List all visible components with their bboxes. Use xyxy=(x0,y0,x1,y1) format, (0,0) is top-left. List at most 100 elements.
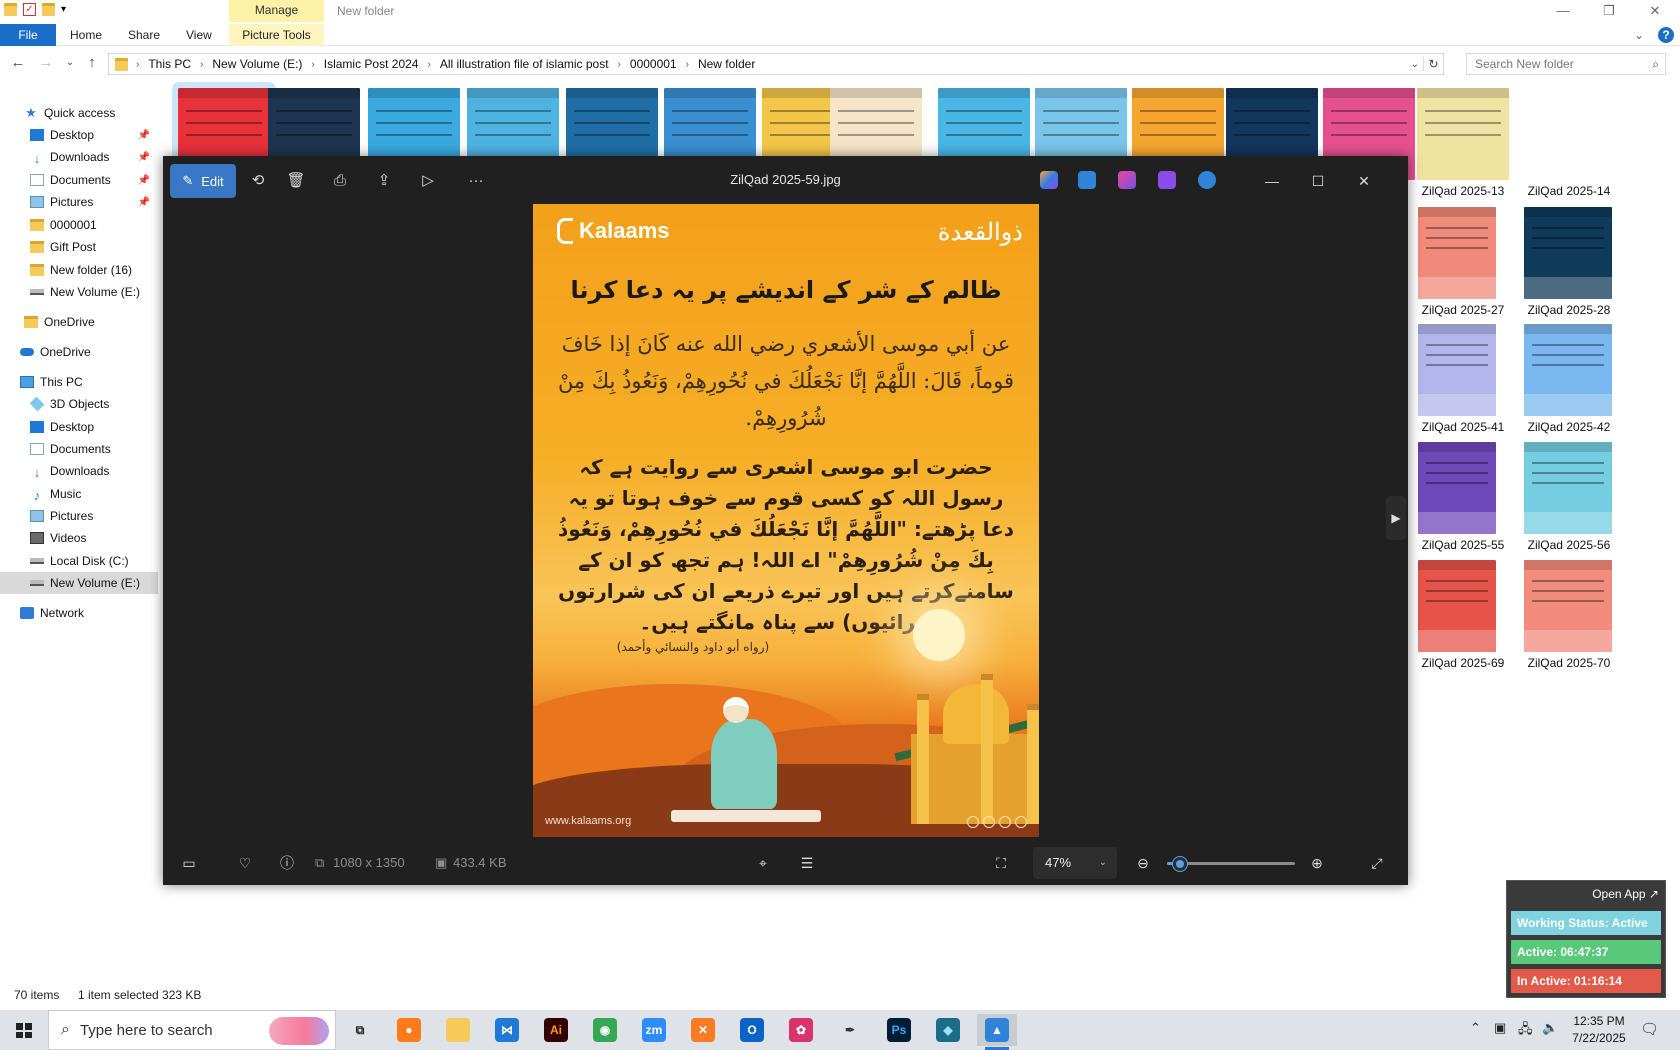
file-thumbnail[interactable] xyxy=(1524,442,1612,534)
paint-icon[interactable] xyxy=(1118,171,1136,189)
zoom-in-icon[interactable]: ⊕ xyxy=(1305,851,1329,875)
zoom-taskbar-button[interactable]: zm xyxy=(634,1014,674,1046)
photoshop-taskbar-button[interactable]: Ps xyxy=(879,1014,919,1046)
refresh-icon[interactable]: ↻ xyxy=(1423,57,1443,71)
start-button[interactable] xyxy=(0,1010,48,1050)
chrome-taskbar-button[interactable]: ◉ xyxy=(585,1014,625,1046)
firefox-taskbar-button[interactable]: ● xyxy=(389,1014,429,1046)
designer-icon[interactable] xyxy=(1078,171,1096,189)
breadcrumb-new-folder[interactable]: New folder xyxy=(698,57,755,71)
zoom-slider-thumb[interactable] xyxy=(1172,857,1187,871)
file-name-label[interactable]: ZilQad 2025-42 xyxy=(1514,420,1624,434)
zoom-level-dropdown[interactable]: 47% ⌄ xyxy=(1033,847,1117,879)
up-button[interactable]: ↑ xyxy=(82,54,102,74)
viewer-close-button[interactable]: ✕ xyxy=(1349,168,1379,194)
breadcrumb-illustration-files[interactable]: All illustration file of islamic post xyxy=(440,57,609,71)
file-thumbnail[interactable] xyxy=(1418,207,1496,299)
breadcrumb-islamic-post[interactable]: Islamic Post 2024 xyxy=(324,57,419,71)
visual-search-icon[interactable]: ⌖ xyxy=(751,851,775,875)
breadcrumb-this-pc[interactable]: This PC xyxy=(148,57,191,71)
tray-app-icon[interactable]: ▣ xyxy=(1494,1020,1506,1036)
file-thumbnail[interactable] xyxy=(1418,560,1496,652)
open-app-link[interactable]: Open App ↗ xyxy=(1592,887,1659,901)
viewer-minimize-button[interactable]: — xyxy=(1257,168,1287,194)
task-view-taskbar-button[interactable]: ⧉ xyxy=(340,1014,380,1046)
notifications-icon[interactable]: 🗨 xyxy=(1640,1020,1659,1038)
sidebar-item-music[interactable]: ♪ Music xyxy=(0,483,158,505)
filmstrip-icon[interactable]: ▭ xyxy=(177,851,201,875)
sidebar-item-3d-objects[interactable]: 3D Objects xyxy=(0,393,158,415)
file-name-label[interactable]: ZilQad 2025-28 xyxy=(1514,303,1624,317)
close-button[interactable]: ✕ xyxy=(1632,2,1678,22)
breadcrumb-new-volume[interactable]: New Volume (E:) xyxy=(212,57,302,71)
file-name-label[interactable]: ZilQad 2025-56 xyxy=(1514,538,1624,552)
restore-button[interactable]: ❐ xyxy=(1586,2,1632,22)
photos-taskbar-button[interactable]: ▲ xyxy=(977,1014,1017,1050)
sidebar-item-onedrive[interactable]: OneDrive xyxy=(0,311,158,333)
text-extract-icon[interactable]: ☰ xyxy=(795,851,819,875)
search-input[interactable]: Search New folder ⌕ xyxy=(1466,53,1666,75)
expand-ribbon-chevron-icon[interactable]: ⌄ xyxy=(1634,24,1644,46)
tab-picture-tools[interactable]: Picture Tools xyxy=(229,24,324,46)
manage-contextual-tab[interactable]: Manage xyxy=(229,0,324,22)
file-name-label[interactable]: ZilQad 2025-13 xyxy=(1408,184,1518,198)
help-icon[interactable]: ? xyxy=(1658,27,1674,43)
creative-cloud-taskbar-button[interactable]: ✿ xyxy=(781,1014,821,1046)
sidebar-item-pictures[interactable]: Pictures 📌 xyxy=(0,191,158,213)
tab-file[interactable]: File xyxy=(0,24,56,46)
sidebar-item-new-folder-16[interactable]: New folder (16) xyxy=(0,259,158,281)
file-thumbnail[interactable] xyxy=(1417,88,1509,180)
file-name-label[interactable]: ZilQad 2025-55 xyxy=(1408,538,1518,552)
properties-icon[interactable]: ✓ xyxy=(23,3,36,16)
network-icon[interactable]: 🖧 xyxy=(1518,1020,1533,1042)
sidebar-item-network[interactable]: Network xyxy=(0,602,158,624)
sidebar-item-documents[interactable]: Documents 📌 xyxy=(0,169,158,191)
sidebar-item-desktop[interactable]: Desktop 📌 xyxy=(0,124,158,146)
tab-share[interactable]: Share xyxy=(118,24,170,46)
clipchamp-icon[interactable] xyxy=(1158,171,1176,189)
recent-locations-chevron-icon[interactable]: ⌄ xyxy=(60,54,80,74)
tab-home[interactable]: Home xyxy=(60,24,112,46)
sidebar-item-0000001[interactable]: 0000001 xyxy=(0,214,158,236)
sidebar-item-downloads[interactable]: ↓ Downloads 📌 xyxy=(0,146,158,168)
show-hidden-icons-chevron-icon[interactable]: ⌃ xyxy=(1470,1020,1481,1036)
fit-to-window-icon[interactable]: ⛶ xyxy=(989,851,1013,875)
sidebar-item-gift-post[interactable]: Gift Post xyxy=(0,236,158,258)
file-name-label[interactable]: ZilQad 2025-70 xyxy=(1514,656,1624,670)
customize-toolbar-chevron-icon[interactable]: ▾ xyxy=(61,4,66,15)
file-thumbnail[interactable] xyxy=(1524,324,1612,416)
taskbar-search-box[interactable]: ⌕ Type here to search xyxy=(48,1010,336,1050)
sidebar-item-desktop[interactable]: Desktop xyxy=(0,416,158,438)
next-image-button[interactable]: ▶ xyxy=(1386,496,1406,540)
zoom-out-icon[interactable]: ⊖ xyxy=(1131,851,1155,875)
file-thumbnail[interactable] xyxy=(1524,207,1612,299)
minimize-button[interactable]: — xyxy=(1540,2,1586,22)
sidebar-item-downloads[interactable]: ↓ Downloads xyxy=(0,460,158,482)
illustrator-taskbar-button[interactable]: Ai xyxy=(536,1014,576,1046)
viewer-maximize-button[interactable]: ☐ xyxy=(1303,168,1333,194)
file-name-label[interactable]: ZilQad 2025-27 xyxy=(1408,303,1518,317)
clock[interactable]: 12:35 PM 7/22/2025 xyxy=(1564,1013,1634,1047)
back-button[interactable]: ← xyxy=(8,54,28,74)
new-folder-icon[interactable] xyxy=(42,3,55,16)
forward-button[interactable]: → xyxy=(36,54,56,74)
file-thumbnail[interactable] xyxy=(1524,560,1612,652)
sidebar-item-onedrive[interactable]: OneDrive xyxy=(0,341,158,363)
xampp-taskbar-button[interactable]: ✕ xyxy=(683,1014,723,1046)
file-thumbnail[interactable] xyxy=(1418,442,1496,534)
sidebar-item-new-volume-e[interactable]: New Volume (E:) xyxy=(0,281,158,303)
gem-app-taskbar-button[interactable]: ◆ xyxy=(928,1014,968,1046)
info-icon[interactable]: ⓘ xyxy=(275,851,299,875)
fullscreen-icon[interactable]: ⤢ xyxy=(1365,851,1389,875)
copilot-icon[interactable] xyxy=(1040,171,1058,189)
pen-tool-taskbar-button[interactable]: ✒ xyxy=(830,1014,870,1046)
zoom-slider[interactable] xyxy=(1167,857,1295,871)
sidebar-item-videos[interactable]: Videos xyxy=(0,527,158,549)
tab-view[interactable]: View xyxy=(176,24,222,46)
file-explorer-taskbar-button[interactable] xyxy=(438,1014,478,1046)
volume-icon[interactable]: 🔈 xyxy=(1542,1020,1558,1036)
vscode-taskbar-button[interactable]: ⋈ xyxy=(487,1014,527,1046)
sidebar-item-local-disk-c[interactable]: Local Disk (C:) xyxy=(0,550,158,572)
sidebar-item-this-pc[interactable]: This PC xyxy=(0,371,158,393)
address-dropdown-chevron-icon[interactable]: ⌄ xyxy=(1411,59,1419,70)
